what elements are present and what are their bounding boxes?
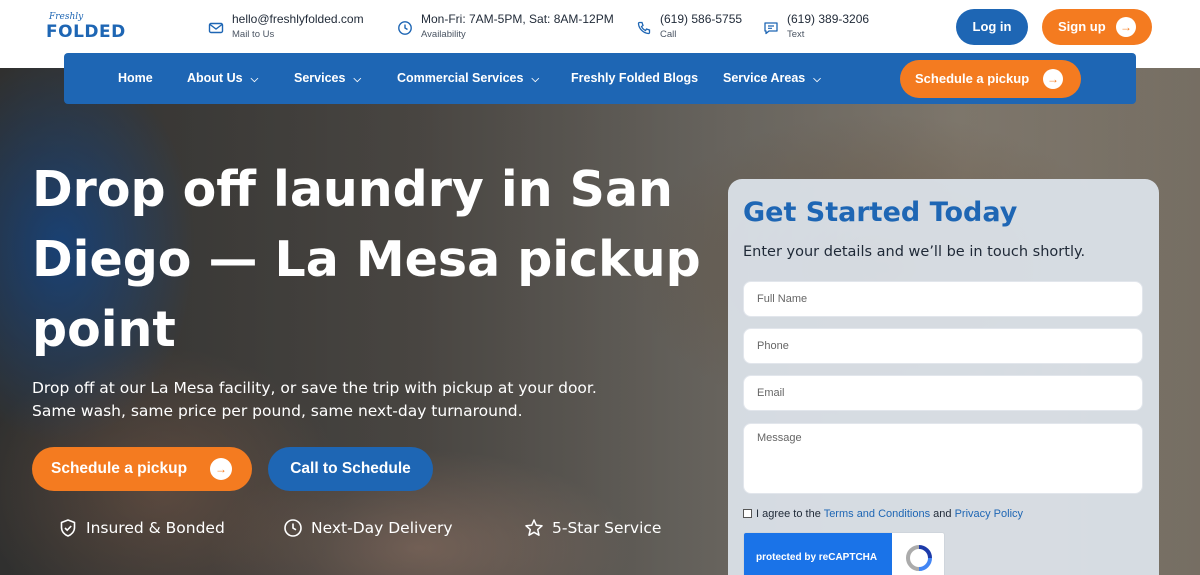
schedule-pickup-nav-button[interactable]: Schedule a pickup → (900, 60, 1081, 98)
email-input[interactable]: Email (743, 375, 1143, 411)
mail-icon (208, 20, 224, 36)
nav-item-services[interactable]: Services ⌵ (294, 53, 361, 104)
form-subtitle: Enter your details and we’ll be in touch… (743, 244, 1086, 260)
phone-input[interactable]: Phone (743, 328, 1143, 364)
nav-item-commercial-services[interactable]: Commercial Services ⌵ (397, 53, 539, 104)
nav-item-home[interactable]: Home (118, 53, 153, 104)
recaptcha-icon (904, 543, 934, 573)
agree-checkbox[interactable] (743, 509, 752, 518)
signup-label: Sign up (1058, 19, 1106, 34)
contact-email[interactable]: hello@freshlyfolded.com Mail to Us (208, 12, 388, 44)
contact-hours: Mon-Fri: 7AM-5PM, Sat: 8AM-12PM Availabi… (397, 12, 627, 44)
nav-item-label: Service Areas (723, 71, 806, 85)
form-title: Get Started Today (743, 197, 1018, 228)
arrow-right-icon: → (1116, 17, 1136, 37)
nav-item-about-us[interactable]: About Us ⌵ (187, 53, 258, 104)
get-started-form: Get Started Today Enter your details and… (728, 179, 1159, 575)
call-to-schedule-button[interactable]: Call to Schedule (268, 447, 433, 491)
logo-script-text: Freshly (49, 12, 84, 22)
agree-prefix: I agree to the (756, 508, 821, 520)
chevron-down-icon: ⌵ (250, 74, 259, 85)
nav-item-label: Freshly Folded Blogs (571, 71, 699, 85)
recaptcha-label: protected by reCAPTCHA (744, 533, 892, 575)
contact-text[interactable]: (619) 389-3206 Text (763, 12, 883, 44)
feature-insured: Insured & Bonded (58, 516, 238, 542)
message-textarea[interactable]: Message (743, 423, 1143, 494)
nav-item-label: Commercial Services (397, 71, 524, 85)
clock-icon (397, 20, 413, 36)
logo[interactable]: Freshly FOLDED (46, 12, 126, 42)
login-button[interactable]: Log in (956, 9, 1028, 45)
feature-next-day: Next-Day Delivery (283, 516, 473, 542)
contact-email-sub: Mail to Us (232, 29, 275, 40)
arrow-right-icon: → (1043, 69, 1063, 89)
hero-subtitle: Drop off at our La Mesa facility, or sav… (32, 379, 597, 420)
feature-label: Next-Day Delivery (311, 519, 453, 537)
contact-phone[interactable]: (619) 586-5755 Call (636, 12, 756, 44)
clock-icon (283, 518, 303, 538)
contact-phone-text: (619) 586-5755 (660, 12, 743, 26)
nav-item-label: About Us (187, 71, 243, 85)
main-nav: Home About Us ⌵ Services ⌵ Commercial Serv… (64, 53, 1136, 104)
schedule-pickup-label: Schedule a pickup (915, 71, 1030, 86)
schedule-pickup-button[interactable]: Schedule a pickup → (32, 447, 252, 491)
contact-text-sub: Text (787, 29, 805, 40)
signup-button[interactable]: Sign up → (1042, 9, 1152, 45)
star-icon (524, 518, 544, 538)
agree-row: I agree to the Terms and Conditions and … (743, 508, 1023, 520)
recaptcha-widget[interactable]: protected by reCAPTCHA (743, 532, 945, 575)
schedule-pickup-label: Schedule a pickup (51, 460, 188, 477)
contact-text-number: (619) 389-3206 (787, 12, 870, 26)
chevron-down-icon: ⌵ (353, 74, 362, 85)
arrow-right-icon: → (210, 458, 232, 480)
hero-title: Drop off laundry in San Diego — La Mesa … (32, 161, 701, 358)
contact-phone-sub: Call (660, 29, 677, 40)
full-name-input[interactable]: Full Name (743, 281, 1143, 317)
nav-item-label: Services (294, 71, 346, 85)
contact-email-text: hello@freshlyfolded.com (232, 12, 364, 26)
feature-label: Insured & Bonded (86, 519, 225, 537)
message-icon (763, 20, 779, 36)
chevron-down-icon: ⌵ (531, 74, 540, 85)
contact-hours-text: Mon-Fri: 7AM-5PM, Sat: 8AM-12PM (421, 12, 614, 26)
shield-check-icon (58, 518, 78, 538)
phone-icon (636, 20, 652, 36)
nav-item-label: Home (118, 71, 153, 85)
nav-item-blogs[interactable]: Freshly Folded Blogs (571, 53, 698, 104)
logo-main-text: FOLDED (46, 22, 126, 42)
agree-and: and (933, 508, 952, 520)
feature-label: 5-Star Service (552, 519, 662, 537)
terms-link[interactable]: Terms and Conditions (824, 508, 930, 520)
chevron-down-icon: ⌵ (813, 74, 821, 85)
nav-item-service-areas[interactable]: Service Areas ⌵ (723, 53, 821, 104)
feature-five-star: 5-Star Service (524, 516, 674, 542)
privacy-link[interactable]: Privacy Policy (955, 508, 1023, 520)
contact-hours-sub: Availability (421, 29, 466, 40)
